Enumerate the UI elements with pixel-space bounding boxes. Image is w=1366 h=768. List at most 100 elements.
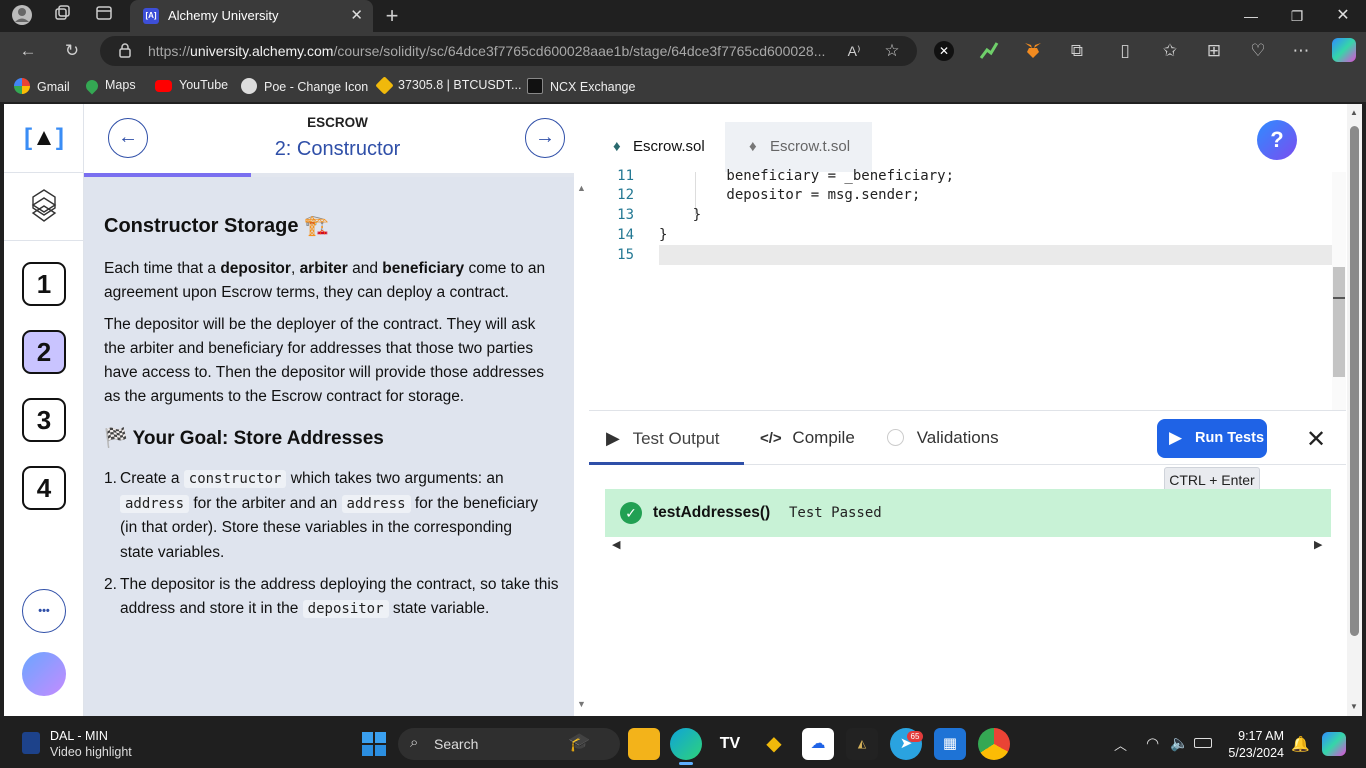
step-3-button[interactable]: 3 (22, 398, 66, 442)
run-tests-button[interactable]: ▶ Run Tests (1157, 419, 1267, 458)
scroll-up-icon[interactable]: ▲ (577, 183, 586, 193)
code-depositor: depositor (302, 600, 389, 618)
help-button[interactable]: ? (1257, 120, 1297, 160)
bookmark-poe[interactable]: Poe - Change Icon (241, 78, 368, 94)
restore-icon[interactable]: ❐ (1274, 4, 1320, 28)
avatar[interactable] (22, 652, 66, 696)
news-widget-title[interactable]: DAL - MIN (50, 729, 108, 743)
taskbar-search[interactable]: ⌕ Search 🎓 (398, 728, 620, 760)
scroll-down-icon[interactable]: ▼ (1350, 702, 1358, 711)
goal-item-1: Create a constructor which takes two arg… (120, 470, 539, 561)
nba-icon[interactable] (22, 732, 40, 754)
browser-tab-active[interactable]: [A] Alchemy University ✕ (130, 0, 373, 32)
tab-test-output[interactable]: ▶ Test Output (606, 428, 720, 449)
profile-icon[interactable] (10, 4, 34, 28)
module-title: ESCROW (307, 115, 368, 130)
course-map-icon[interactable] (31, 188, 57, 224)
step-2-button[interactable]: 2 (22, 330, 66, 374)
news-widget-subtitle[interactable]: Video highlight (50, 745, 132, 759)
next-stage-button[interactable]: → (525, 118, 565, 158)
ncx-icon (527, 78, 543, 94)
favorite-star-icon[interactable]: ☆ (880, 39, 904, 63)
lesson-scrollbar[interactable] (575, 177, 589, 716)
metamask-icon[interactable] (1023, 40, 1043, 60)
scroll-right-icon[interactable]: ▶ (1314, 538, 1322, 551)
read-aloud-icon[interactable]: A⁾ (842, 39, 866, 63)
divider (4, 240, 84, 241)
collections-icon[interactable]: ⊞ (1202, 39, 1226, 63)
scroll-left-icon[interactable]: ◀ (612, 538, 620, 551)
code-line: beneficiary = _beneficiary; (659, 168, 955, 184)
notification-bell-icon[interactable]: 🔔 (1291, 735, 1310, 753)
bookmark-gmail[interactable]: Gmail (14, 78, 70, 94)
chart-extension-icon[interactable] (979, 40, 999, 60)
minimize-icon[interactable]: — (1228, 4, 1274, 28)
alchemy-logo[interactable]: [▲] (24, 123, 64, 153)
youtube-icon (155, 80, 172, 92)
binance-app-icon[interactable]: ◆ (758, 728, 790, 760)
trading-app-icon[interactable]: ◭ (846, 728, 878, 760)
previous-stage-button[interactable]: ← (108, 118, 148, 158)
workspaces-icon[interactable] (50, 4, 74, 28)
clock-time[interactable]: 9:17 AM (1228, 729, 1284, 743)
code-constructor: constructor (183, 470, 287, 488)
bookmark-ncx[interactable]: NCX Exchange (527, 78, 635, 94)
divider (4, 172, 84, 173)
scroll-up-icon[interactable]: ▲ (1350, 108, 1358, 117)
step-1-button[interactable]: 1 (22, 262, 66, 306)
active-app-indicator (679, 762, 693, 765)
copilot-taskbar-icon[interactable] (1322, 732, 1346, 756)
close-panel-icon[interactable]: ✕ (1306, 425, 1326, 454)
chrome-icon[interactable] (978, 728, 1010, 760)
copilot-icon[interactable] (1332, 38, 1356, 62)
line-number: 12 (617, 187, 634, 203)
more-menu-icon[interactable]: ⋯ (1289, 39, 1313, 63)
url-text[interactable]: https://university.alchemy.com/course/so… (148, 43, 833, 59)
windows-start-icon[interactable] (362, 732, 386, 756)
wifi-icon[interactable]: ◠ (1146, 734, 1159, 752)
graduation-cap-icon: 🎓 (568, 732, 591, 752)
volume-icon[interactable]: 🔈 (1170, 734, 1189, 752)
tab-compile[interactable]: </> Compile (760, 428, 855, 448)
more-options-button[interactable]: ••• (22, 589, 66, 633)
tab-escrow-test[interactable]: ♦ Escrow.t.sol (725, 122, 872, 172)
arrow-right-icon: → (535, 126, 555, 148)
browser-essentials-icon[interactable]: ♡ (1246, 39, 1270, 63)
split-screen-icon[interactable]: ▯ (1113, 39, 1137, 63)
tab-actions-icon[interactable] (92, 4, 116, 28)
x-extension-icon[interactable]: ✕ (934, 41, 954, 61)
edge-icon[interactable] (670, 728, 702, 760)
refresh-icon[interactable]: ↻ (60, 39, 84, 63)
scroll-down-icon[interactable]: ▼ (577, 699, 586, 709)
bookmark-maps[interactable]: Maps (83, 77, 136, 95)
test-name: testAddresses() (653, 504, 771, 521)
favorites-icon[interactable]: ✩ (1158, 39, 1182, 63)
step-4-button[interactable]: 4 (22, 466, 66, 510)
battery-icon[interactable] (1194, 738, 1212, 748)
page-scroll-thumb[interactable] (1350, 126, 1359, 636)
search-icon: ⌕ (410, 734, 419, 751)
code-line: } (659, 207, 702, 223)
cloud-app-icon[interactable]: ☁ (802, 728, 834, 760)
binance-icon (375, 76, 394, 95)
file-explorer-icon[interactable] (628, 728, 660, 760)
paragraph-2: The depositor will be the deployer of th… (104, 316, 544, 405)
close-tab-icon[interactable]: ✕ (350, 6, 363, 24)
close-window-icon[interactable]: ✕ (1320, 4, 1366, 28)
back-icon[interactable]: ← (16, 39, 40, 63)
tab-escrow-sol[interactable]: ♦ Escrow.sol (589, 122, 725, 172)
tab-validations[interactable]: Validations (887, 428, 999, 448)
clock-date[interactable]: 5/23/2024 (1222, 746, 1284, 760)
lock-icon[interactable] (118, 42, 132, 58)
tradingview-icon[interactable]: TV (714, 728, 746, 760)
code-editor[interactable]: 11 beneficiary = _beneficiary; 12 deposi… (589, 168, 1346, 410)
stage-title: 2: Constructor (274, 138, 401, 160)
new-tab-icon[interactable]: + (380, 4, 404, 28)
chevron-up-icon[interactable]: ︿ (1114, 735, 1127, 754)
extensions-icon[interactable]: ⧉ (1065, 39, 1089, 63)
bookmark-btcusdt[interactable]: 37305.8 | BTCUSDT... (375, 76, 521, 95)
line-number: 15 (617, 247, 634, 263)
store-app-icon[interactable]: ▦ (934, 728, 966, 760)
editor-scroll-thumb[interactable] (1333, 267, 1345, 377)
bookmark-youtube[interactable]: YouTube (155, 78, 228, 92)
